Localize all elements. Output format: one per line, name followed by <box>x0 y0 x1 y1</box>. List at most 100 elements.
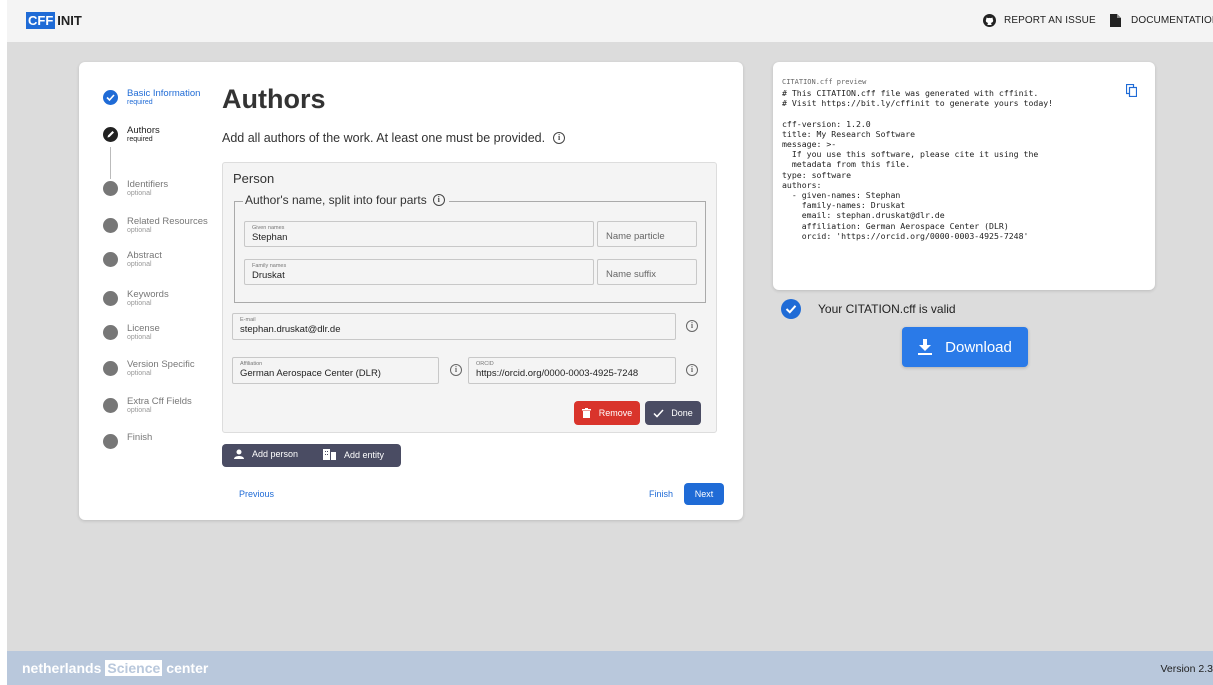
name-suffix-placeholder: Name suffix <box>606 269 656 280</box>
step-subtitle: optional <box>127 407 152 414</box>
report-issue-label: REPORT AN ISSUE <box>1004 15 1096 26</box>
add-person-label: Add person <box>252 449 299 459</box>
given-names-field[interactable]: Given names Stephan <box>244 221 594 247</box>
info-icon[interactable]: i <box>432 194 445 206</box>
family-names-label: Family names <box>252 263 287 269</box>
family-names-value: Druskat <box>252 270 285 281</box>
step-title: Abstract <box>127 250 162 261</box>
step-title: License <box>127 323 160 334</box>
email-value: stephan.druskat@dlr.de <box>240 324 341 335</box>
top-bar: CFF INIT REPORT AN ISSUE DOCUMENTATION <box>7 0 1213 42</box>
step-subtitle: optional <box>127 227 152 234</box>
footer-brand-logo[interactable]: netherlands Science center <box>22 660 208 676</box>
step-subtitle: required <box>127 136 153 143</box>
step-dot <box>103 218 118 233</box>
name-legend: Author's name, split into four parts i <box>243 193 449 207</box>
orcid-info-icon[interactable]: i <box>686 364 698 376</box>
step-dot <box>103 252 118 267</box>
email-field[interactable]: E-mail stephan.druskat@dlr.de <box>232 313 676 340</box>
done-label: Done <box>671 408 693 418</box>
add-person-button[interactable]: Add person <box>234 449 298 459</box>
given-names-label: Given names <box>252 225 285 231</box>
orcid-value: https://orcid.org/0000-0003-4925-7248 <box>476 368 639 379</box>
orcid-field[interactable]: ORCID https://orcid.org/0000-0003-4925-7… <box>468 357 676 384</box>
person-panel: Person Author's name, split into four pa… <box>222 162 717 433</box>
add-entity-button[interactable]: Add entity <box>323 449 384 460</box>
step-title: Related Resources <box>127 216 208 227</box>
step-dot <box>103 181 118 196</box>
person-icon <box>234 449 244 459</box>
step-title: Authors <box>127 125 160 136</box>
step-title: Keywords <box>127 289 169 300</box>
step-title: Extra Cff Fields <box>127 396 192 407</box>
name-particle-field[interactable]: Name particle <box>597 221 697 247</box>
name-legend-text: Author's name, split into four parts <box>245 193 427 207</box>
intro-text: Add all authors of the work. At least on… <box>222 131 546 145</box>
step-dot <box>103 398 118 413</box>
step-subtitle: required <box>127 99 153 106</box>
page-intro: Add all authors of the work. At least on… <box>222 131 566 145</box>
step-subtitle: optional <box>127 334 152 341</box>
download-button[interactable]: Download <box>902 327 1028 367</box>
step-subtitle: optional <box>127 261 152 268</box>
info-icon[interactable]: i <box>553 132 566 144</box>
check-circle-icon <box>103 90 118 105</box>
check-icon <box>653 408 664 418</box>
step-title: Identifiers <box>127 179 169 190</box>
step-subtitle: optional <box>127 190 152 197</box>
email-info-icon[interactable]: i <box>686 320 698 332</box>
step-dot <box>103 361 118 376</box>
building-icon <box>323 449 336 460</box>
logo-cff: CFF <box>26 12 56 29</box>
brand-part-a: netherlands <box>22 660 102 676</box>
next-label: Next <box>694 489 714 499</box>
family-names-field[interactable]: Family names Druskat <box>244 259 594 285</box>
logo-init: INIT <box>57 13 82 28</box>
validation-status: Your CITATION.cff is valid <box>781 299 956 319</box>
download-icon <box>918 339 933 355</box>
next-button[interactable]: Next <box>684 483 724 505</box>
github-icon <box>983 14 996 27</box>
report-issue-link[interactable]: REPORT AN ISSUE <box>983 14 1096 27</box>
document-icon <box>1110 14 1121 27</box>
step-title: Basic Information <box>127 88 201 99</box>
affiliation-label: Affiliation <box>240 361 263 367</box>
step-dot <box>103 291 118 306</box>
person-heading: Person <box>233 171 275 186</box>
check-circle-icon <box>781 299 801 319</box>
finish-link[interactable]: Finish <box>649 489 673 499</box>
version-label: Version 2.3 <box>1160 663 1213 675</box>
affiliation-info-icon[interactable]: i <box>450 364 462 376</box>
brand-part-b: Science <box>105 660 163 676</box>
documentation-label: DOCUMENTATION <box>1131 15 1213 26</box>
add-toolbar: Add person Add entity <box>222 444 401 467</box>
remove-label: Remove <box>598 408 633 418</box>
step-title: Version Specific <box>127 359 195 370</box>
step-dot <box>103 434 118 449</box>
step-connector <box>110 147 111 179</box>
step-dot <box>103 325 118 340</box>
preview-label: CITATION.cff preview <box>782 78 867 86</box>
given-names-value: Stephan <box>252 232 288 243</box>
remove-button[interactable]: Remove <box>574 401 640 425</box>
name-suffix-field[interactable]: Name suffix <box>597 259 697 285</box>
step-title: Finish <box>127 432 153 443</box>
window-edge <box>0 0 7 685</box>
step-subtitle: optional <box>127 370 152 377</box>
brand-part-c: center <box>166 660 209 676</box>
footer: netherlands Science center Version 2.3 <box>7 651 1213 685</box>
app-logo[interactable]: CFF INIT <box>26 12 82 29</box>
previous-link[interactable]: Previous <box>239 489 274 499</box>
trash-icon <box>581 408 591 418</box>
step-subtitle: optional <box>127 300 152 307</box>
copy-icon[interactable] <box>1126 84 1137 97</box>
page-title: Authors <box>222 84 326 114</box>
name-fieldset: Author's name, split into four parts i G… <box>234 193 706 303</box>
done-button[interactable]: Done <box>645 401 701 425</box>
email-label: E-mail <box>240 317 256 323</box>
affiliation-field[interactable]: Affiliation German Aerospace Center (DLR… <box>232 357 439 384</box>
add-entity-label: Add entity <box>344 449 385 460</box>
documentation-link[interactable]: DOCUMENTATION <box>1110 14 1213 27</box>
form-card: Basic Information required Authors required… <box>79 62 743 520</box>
download-label: Download <box>945 338 1012 356</box>
